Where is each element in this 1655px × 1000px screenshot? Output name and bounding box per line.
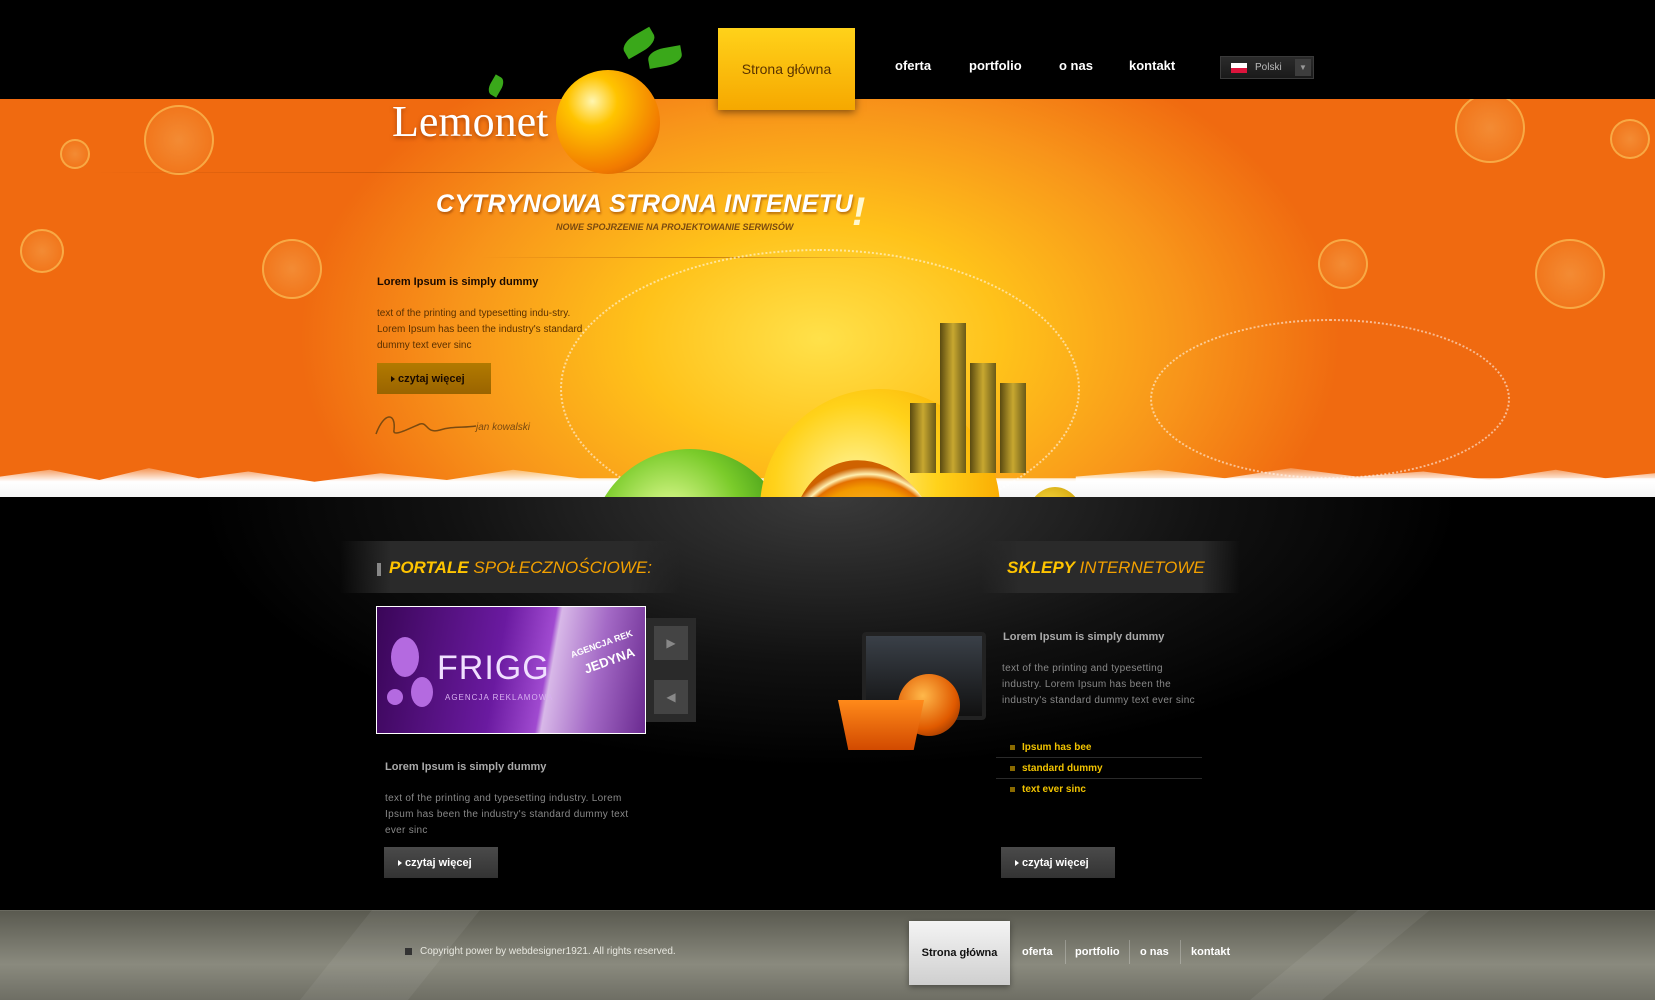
orange-logo-icon	[556, 70, 660, 174]
footer-nav-portfolio[interactable]: portfolio	[1075, 946, 1120, 958]
bubble-decoration	[60, 139, 90, 169]
shops-heading: Lorem Ipsum is simply dummy	[1003, 631, 1165, 643]
read-more-label: czytaj więcej	[1022, 856, 1089, 869]
bubble-decoration	[20, 229, 64, 273]
bubble-decoration	[1318, 239, 1368, 289]
footer-nav-oferta[interactable]: oferta	[1022, 946, 1053, 958]
copyright-text: Copyright power by webdesigner1921. All …	[420, 946, 676, 957]
slide-title: FRIGG	[437, 649, 550, 687]
hero-text: text of the printing and typesetting ind…	[377, 308, 583, 351]
chevron-down-icon: ▼	[1295, 59, 1311, 76]
bubble-decoration	[144, 105, 214, 175]
footer-nav-kontakt[interactable]: kontakt	[1191, 946, 1230, 958]
signature-icon	[375, 416, 477, 435]
bar-decoration	[940, 323, 966, 473]
portfolio-slide[interactable]: FRIGG AGENCJA REKLAMOWA AGENCJA REK JEDY…	[376, 606, 646, 734]
nav-oferta[interactable]: oferta	[895, 58, 931, 73]
splash-decoration	[391, 637, 419, 677]
footer-divider	[1065, 940, 1066, 964]
language-label: Polski	[1255, 62, 1282, 73]
hero-subtitle: NOWE SPOJRZENIE NA PROJEKTOWANIE SERWISÓ…	[556, 222, 794, 232]
read-more-button[interactable]: czytaj więcej	[377, 363, 491, 394]
social-heading: Lorem Ipsum is simply dummy	[385, 761, 547, 773]
next-arrow-icon[interactable]: ▶	[654, 626, 688, 660]
footer-divider	[1129, 940, 1130, 964]
list-item[interactable]: standard dummy	[996, 758, 1202, 779]
section-title-rest: INTERNETOWE	[1079, 558, 1205, 577]
bar-decoration	[970, 363, 996, 473]
read-more-label: czytaj więcej	[405, 856, 472, 869]
nav-kontakt[interactable]: kontakt	[1129, 58, 1175, 73]
slide-subtitle: AGENCJA REKLAMOWA	[445, 693, 554, 702]
bubble-decoration	[262, 239, 322, 299]
nav-portfolio[interactable]: portfolio	[969, 58, 1022, 73]
shops-text: text of the printing and typesetting ind…	[1002, 663, 1195, 706]
hero-heading: Lorem Ipsum is simply dummy	[377, 276, 539, 288]
water-splash-decoration	[1150, 319, 1510, 479]
hero-banner	[0, 99, 1655, 497]
bar-decoration	[910, 403, 936, 473]
bar-decoration	[1000, 383, 1026, 473]
section-marker	[377, 563, 381, 576]
footer-nav-o-nas[interactable]: o nas	[1140, 946, 1169, 958]
logo[interactable]: Lemonet	[392, 96, 548, 147]
exclamation-icon: !	[852, 190, 866, 234]
nav-o-nas[interactable]: o nas	[1059, 58, 1093, 73]
shopping-basket-icon	[838, 700, 924, 750]
copyright: Copyright power by webdesigner1921. All …	[405, 946, 676, 957]
list-item[interactable]: text ever sinc	[996, 779, 1202, 800]
bullet-icon	[405, 948, 412, 955]
section-title-rest: SPOŁECZNOŚCIOWE:	[473, 558, 652, 577]
nav-home[interactable]: Strona główna	[718, 28, 855, 110]
social-text: text of the printing and typesetting ind…	[385, 793, 629, 836]
content-area	[0, 497, 1655, 910]
prev-arrow-icon[interactable]: ◀	[654, 680, 688, 714]
splash-decoration	[387, 689, 403, 705]
bar-chart-illustration	[910, 313, 1040, 473]
bubble-decoration	[1535, 239, 1605, 309]
read-more-button[interactable]: czytaj więcej	[384, 847, 498, 878]
read-more-button[interactable]: czytaj więcej	[1001, 847, 1115, 878]
section-title-shops: SKLEPY INTERNETOWE	[1007, 558, 1205, 578]
footer-nav-home[interactable]: Strona główna	[909, 921, 1010, 985]
section-title-highlight: SKLEPY	[1007, 558, 1075, 577]
signature-name: jan kowalski	[476, 422, 530, 433]
section-title-highlight: PORTALE	[389, 558, 469, 577]
footer-divider	[1180, 940, 1181, 964]
bubble-decoration	[1610, 119, 1650, 159]
list-item[interactable]: Ipsum has bee	[996, 737, 1202, 758]
divider	[90, 172, 850, 173]
slider-controls: ▶ ◀	[646, 618, 696, 722]
splash-decoration	[411, 677, 433, 707]
language-select[interactable]: Polski ▼	[1220, 56, 1314, 79]
section-title-social: PORTALE SPOŁECZNOŚCIOWE:	[389, 558, 652, 578]
read-more-label: czytaj więcej	[398, 372, 465, 385]
hero-title: CYTRYNOWA STRONA INTENETU	[436, 190, 854, 218]
flag-pl-icon	[1231, 62, 1247, 73]
shops-list: Ipsum has bee standard dummy text ever s…	[996, 737, 1202, 800]
bubble-decoration	[1455, 99, 1525, 163]
